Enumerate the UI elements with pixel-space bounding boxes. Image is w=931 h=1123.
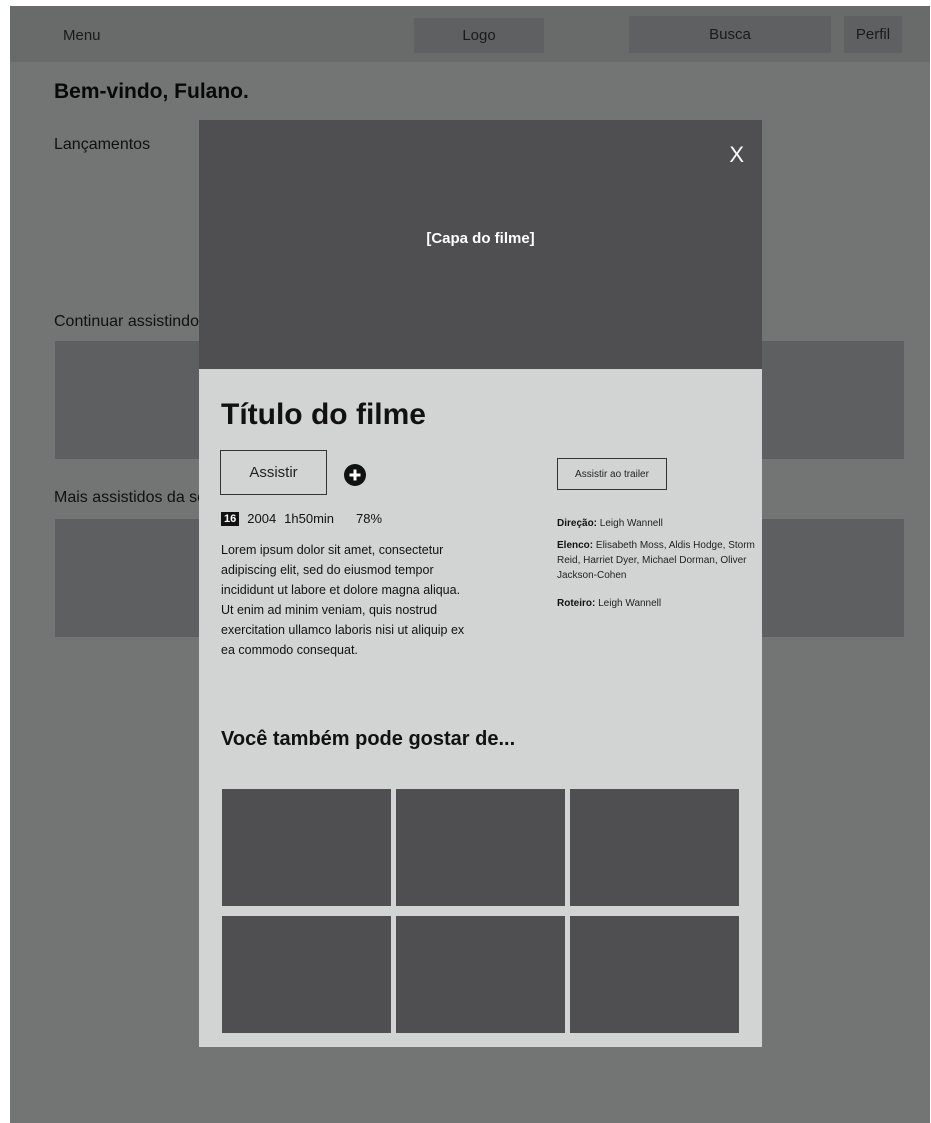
release-year: 2004 — [247, 511, 277, 526]
credit-script-value: Leigh Wannell — [598, 598, 662, 609]
cover-placeholder-label: [Capa do filme] — [426, 230, 535, 247]
close-button[interactable]: X — [729, 142, 744, 168]
rating-percent: 78% — [356, 511, 383, 526]
age-rating-badge: 16 — [221, 511, 240, 526]
watch-button[interactable]: Assistir — [220, 450, 327, 495]
movie-cover: [Capa do filme] X — [199, 120, 762, 369]
duration: 1h50min — [284, 511, 335, 526]
suggestion-thumbnail[interactable] — [222, 916, 391, 1033]
credit-script-label: Roteiro: — [557, 598, 596, 609]
suggestion-thumbnail[interactable] — [570, 916, 739, 1033]
suggestion-thumbnail[interactable] — [396, 916, 565, 1033]
watch-trailer-button[interactable]: Assistir ao trailer — [557, 458, 667, 490]
movie-meta: 16 2004 1h50min 78% — [221, 511, 382, 526]
suggestion-thumbnail[interactable] — [396, 789, 565, 906]
credit-script: Roteiro: Leigh Wannell — [557, 596, 757, 611]
movie-title: Título do filme — [221, 398, 426, 431]
credit-direction: Direção: Leigh Wannell — [557, 516, 757, 531]
movie-details-modal: [Capa do filme] X Título do filme Assist… — [199, 120, 762, 1047]
credit-direction-value: Leigh Wannell — [599, 518, 663, 529]
suggestions-title: Você também pode gostar de... — [221, 728, 516, 750]
credit-cast-label: Elenco: — [557, 540, 594, 551]
suggestion-thumbnail[interactable] — [570, 789, 739, 906]
suggestion-thumbnail[interactable] — [222, 789, 391, 906]
plus-circle-icon[interactable] — [344, 464, 366, 486]
synopsis: Lorem ipsum dolor sit amet, consectetur … — [221, 543, 465, 657]
credit-cast: Elenco: Elisabeth Moss, Aldis Hodge, Sto… — [557, 538, 757, 583]
credit-direction-label: Direção: — [557, 518, 598, 529]
app-frame: Menu Logo Busca Perfil Bem-vindo, Fulano… — [10, 6, 930, 1123]
